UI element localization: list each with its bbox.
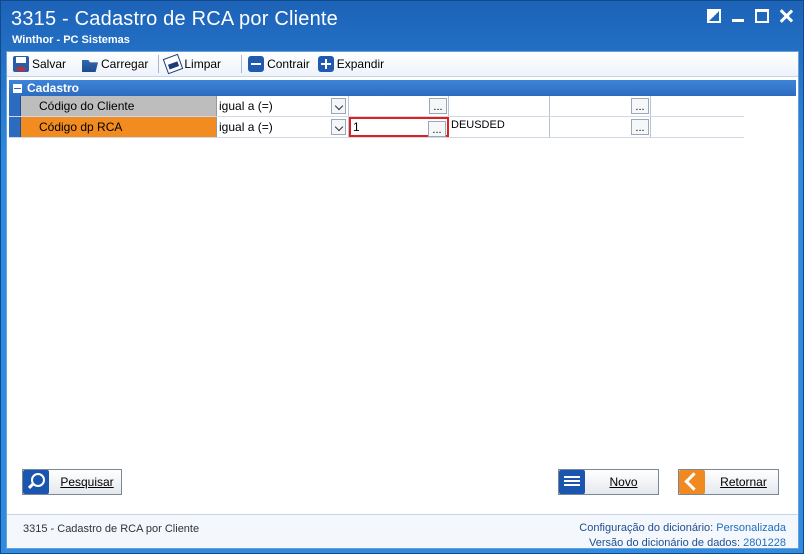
empty-cell (651, 96, 741, 116)
search-icon (23, 470, 49, 494)
filter-grid: Código do Cliente igual a (=) ... ... Có… (9, 96, 744, 138)
clear-label: Limpar (184, 57, 222, 71)
operator-select[interactable]: igual a (=) (217, 117, 349, 137)
load-label: Carregar (101, 57, 149, 71)
dictionary-info: Configuração do dicionário: Personalizad… (579, 521, 786, 551)
empty-cell (651, 117, 741, 137)
lookup-button[interactable]: ... (429, 98, 447, 114)
back-arrow-icon (679, 470, 705, 494)
new-button[interactable]: Novo (558, 469, 659, 495)
description-cell (449, 96, 550, 116)
collapse-button[interactable]: Contrair (246, 54, 316, 75)
window-controls (707, 9, 793, 23)
form-name: 3315 - Cadastro de RCA por Cliente (23, 523, 200, 535)
lookup-button[interactable]: ... (631, 98, 649, 114)
toolbar-separator (158, 55, 160, 73)
value-input[interactable]: 1 ... (349, 117, 449, 137)
save-icon (13, 56, 29, 72)
back-label: Retornar (720, 475, 767, 489)
table-row: Código dp RCA igual a (=) 1 ... DEUSDED … (9, 117, 744, 138)
save-label: Salvar (32, 57, 67, 71)
group-title: Cadastro (27, 81, 80, 95)
expand-icon (317, 56, 334, 72)
dict-version-label: Versão do dicionário de dados: (589, 537, 741, 549)
value-input[interactable]: ... (349, 96, 449, 116)
row-indicator (9, 96, 21, 116)
value2-input[interactable]: ... (550, 117, 651, 137)
back-button[interactable]: Retornar (678, 469, 779, 495)
search-label: Pesquisar (60, 475, 114, 489)
client-area: Salvar Carregar Limpar Contrair Expandir (6, 51, 799, 549)
clear-button[interactable]: Limpar (163, 53, 227, 75)
value-text: 1 (353, 120, 360, 134)
collapse-icon (248, 56, 265, 72)
restore-icon[interactable] (707, 9, 721, 23)
chevron-down-icon[interactable] (331, 98, 346, 114)
description-cell: DEUSDED (449, 117, 550, 137)
title-bar[interactable]: 3315 - Cadastro de RCA por Cliente Winth… (1, 1, 803, 51)
app-window: 3315 - Cadastro de RCA por Cliente Winth… (0, 0, 804, 554)
row-label: Código do Cliente (21, 96, 217, 116)
folder-open-icon (82, 60, 99, 72)
close-icon[interactable] (779, 9, 793, 23)
row-indicator (9, 117, 21, 137)
load-button[interactable]: Carregar (80, 54, 154, 75)
operator-select[interactable]: igual a (=) (217, 96, 349, 116)
table-row: Código do Cliente igual a (=) ... ... (9, 96, 744, 117)
status-bar: 3315 - Cadastro de RCA por Cliente Confi… (7, 514, 798, 551)
collapse-label: Contrair (267, 57, 310, 71)
window-title: 3315 - Cadastro de RCA por Cliente (11, 8, 338, 30)
row-label: Código dp RCA (21, 117, 217, 137)
minimize-icon[interactable] (731, 9, 745, 23)
group-header-cadastro[interactable]: Cadastro (9, 80, 796, 96)
operator-value: igual a (=) (219, 120, 273, 134)
dict-config-label: Configuração do dicionário: (579, 522, 714, 534)
collapse-toggle-icon[interactable] (13, 83, 22, 93)
toolbar-separator (241, 55, 243, 73)
value2-input[interactable]: ... (550, 96, 651, 116)
expand-button[interactable]: Expandir (316, 54, 390, 75)
eraser-icon (163, 53, 184, 75)
dict-config-value: Personalizada (716, 522, 786, 534)
toolbar: Salvar Carregar Limpar Contrair Expandir (7, 52, 798, 77)
window-subtitle: Winthor - PC Sistemas (12, 34, 130, 46)
operator-value: igual a (=) (219, 99, 273, 113)
maximize-icon[interactable] (755, 9, 769, 23)
new-label: Novo (609, 475, 638, 489)
new-record-icon (559, 470, 585, 494)
lookup-button[interactable]: ... (631, 119, 649, 135)
chevron-down-icon[interactable] (331, 119, 346, 135)
dict-version-value: 2801228 (743, 537, 786, 549)
expand-label: Expandir (336, 57, 385, 71)
lookup-button[interactable]: ... (428, 121, 446, 137)
search-button[interactable]: Pesquisar (22, 469, 122, 495)
save-button[interactable]: Salvar (11, 54, 72, 75)
